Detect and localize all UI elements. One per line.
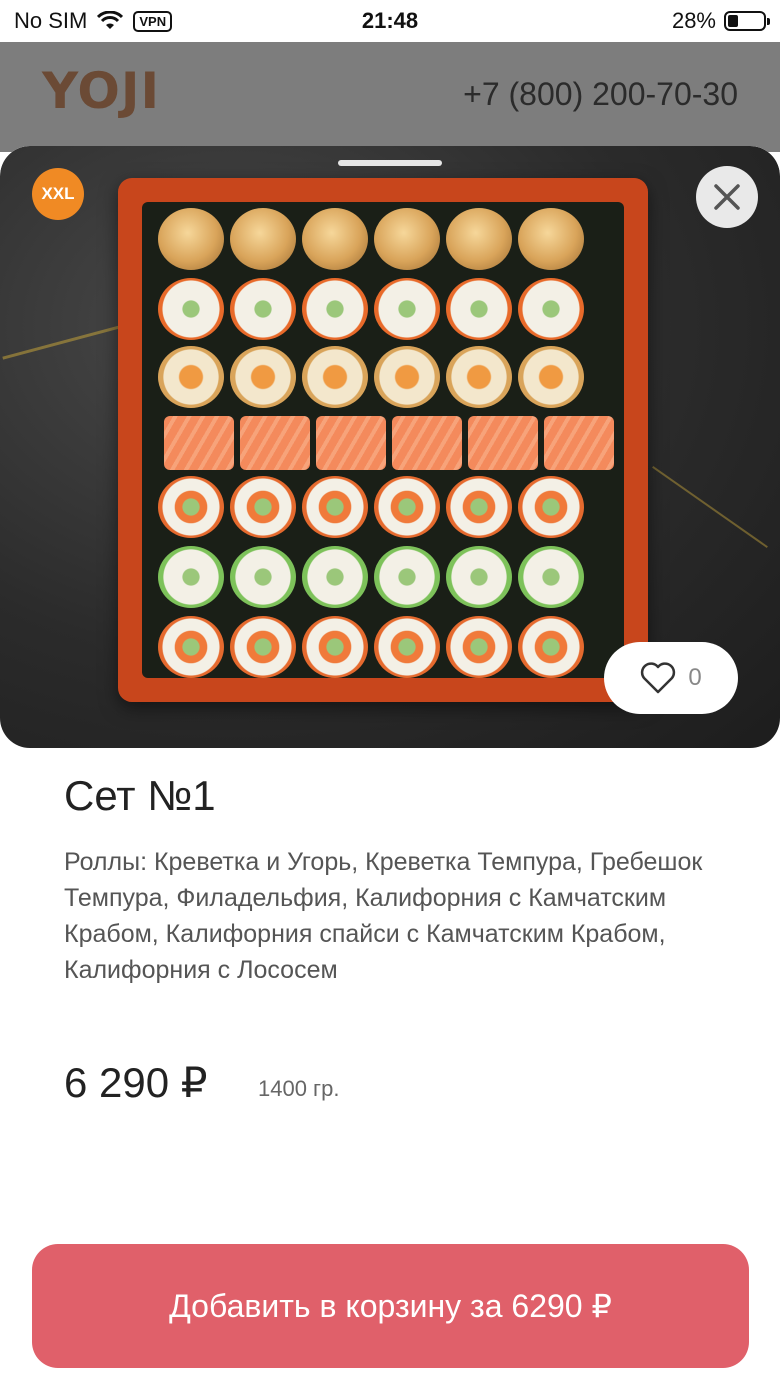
sushi-piece [544,416,614,470]
marble-vein [652,466,768,548]
sushi-piece [240,416,310,470]
status-bar: No SIM VPN 21:48 28% [0,0,780,42]
sushi-piece [230,616,296,678]
sushi-piece [446,278,512,340]
product-title: Сет №1 [64,772,216,819]
sushi-row [158,208,584,270]
product-sheet: XXL 0 Сет №1 Роллы: Креветка и Угорь, Кр… [0,146,780,1387]
sushi-piece [302,616,368,678]
sushi-piece [316,416,386,470]
sushi-piece [302,208,368,270]
sushi-row [158,476,584,538]
like-button[interactable]: 0 [604,642,738,714]
sushi-piece [446,208,512,270]
sushi-piece [374,346,440,408]
product-image: XXL 0 [0,146,780,748]
like-count: 0 [688,664,702,691]
sushi-piece [230,278,296,340]
sushi-piece [158,476,224,538]
sushi-piece [302,346,368,408]
sushi-piece [158,616,224,678]
sushi-piece [518,346,584,408]
heart-icon [641,662,676,694]
close-icon [714,184,740,210]
size-badge: XXL [32,168,84,220]
sushi-piece [392,416,462,470]
sushi-piece [158,278,224,340]
sushi-piece [518,476,584,538]
brand-logo: YOJI [42,62,161,120]
sushi-piece [164,416,234,470]
sushi-piece [302,546,368,608]
sushi-piece [518,546,584,608]
sushi-piece [230,208,296,270]
status-right: 28% [671,8,770,34]
sushi-row [158,546,584,608]
sushi-tray [118,178,648,702]
sushi-row [158,616,584,678]
sushi-piece [518,278,584,340]
sushi-piece [518,208,584,270]
sushi-piece [446,616,512,678]
add-to-cart-button[interactable]: Добавить в корзину за 6290 ₽ [32,1244,749,1368]
product-weight: 1400 гр. [258,1076,340,1101]
sushi-piece [230,546,296,608]
sushi-piece [374,616,440,678]
product-description: Роллы: Креветка и Угорь, Креветка Темпур… [64,848,703,984]
sushi-piece [158,346,224,408]
sushi-piece [302,476,368,538]
sushi-piece [374,546,440,608]
sushi-piece [158,208,224,270]
sushi-piece [518,616,584,678]
sushi-piece [374,208,440,270]
phone-number: +7 (800) 200-70-30 [463,76,738,112]
sushi-piece [374,476,440,538]
sushi-piece [230,346,296,408]
sushi-piece [302,278,368,340]
sushi-piece [158,546,224,608]
sushi-row [158,278,584,340]
battery-percent: 28% [671,8,716,33]
sushi-row [158,346,584,408]
status-time: 21:48 [361,8,419,33]
drag-handle[interactable] [338,160,442,166]
site-header: YOJI +7 (800) 200-70-30 [0,42,780,152]
sushi-row [164,416,614,470]
close-button[interactable] [696,166,758,228]
battery-fill [728,15,738,27]
product-price: 6 290 ₽ [64,1059,208,1106]
sushi-piece [468,416,538,470]
battery-icon [724,11,770,31]
sushi-piece [230,476,296,538]
sushi-piece [446,346,512,408]
sushi-piece [446,546,512,608]
sushi-piece [374,278,440,340]
sushi-piece [446,476,512,538]
